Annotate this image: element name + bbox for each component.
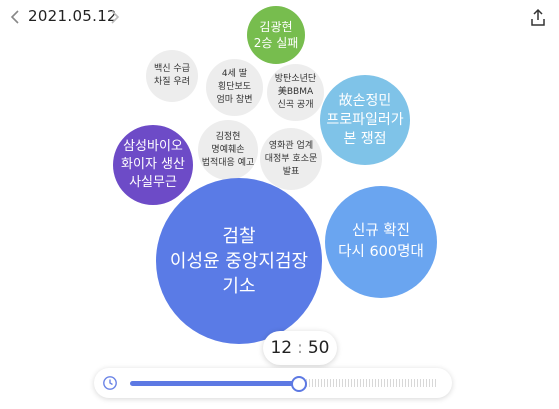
bubble-label: 삼성바이오 화이자 생산 사실무근 <box>121 139 185 190</box>
bubble-bts[interactable]: 방탄소년단 美BBMA 신곡 공개 <box>267 64 324 121</box>
bubble-label: 백신 수급 차질 우려 <box>154 64 190 87</box>
timeline-remaining[interactable] <box>300 379 438 387</box>
timeline-handle[interactable] <box>291 376 307 392</box>
bubble-kim-kwanghyun[interactable]: 김광현 2승 실패 <box>247 6 305 64</box>
bubble-new-cases[interactable]: 신규 확진 다시 600명대 <box>325 186 437 298</box>
bubble-label: 검찰 이성윤 중앙지검장 기소 <box>169 225 309 297</box>
bubble-label: 김광현 2승 실패 <box>253 20 299 50</box>
bubble-samsung-bio[interactable]: 삼성바이오 화이자 생산 사실무근 <box>113 125 193 205</box>
bubble-kim-junghyun[interactable]: 김정현 명예훼손 법적대응 예고 <box>198 120 258 180</box>
bubble-label: 4세 딸 횡단보도 엄마 참변 <box>216 69 253 105</box>
bubble-label: 영화관 업계 대정부 호소문 발표 <box>264 140 318 177</box>
bubble-label: 방탄소년단 美BBMA 신곡 공개 <box>274 74 317 110</box>
bubble-vaccine[interactable]: 백신 수급 차질 우려 <box>146 50 198 102</box>
timeline-progress <box>130 381 298 386</box>
chevron-left-icon[interactable] <box>8 7 22 27</box>
bubble-label: 故손정민 프로파일러가 본 쟁점 <box>326 92 404 147</box>
time-indicator: 12 : 50 <box>263 331 337 365</box>
share-icon[interactable] <box>529 8 547 28</box>
chevron-right-icon[interactable] <box>108 7 122 27</box>
clock-icon[interactable] <box>102 375 118 391</box>
timeline-slider[interactable] <box>94 368 452 398</box>
bubble-cinema[interactable]: 영화관 업계 대정부 호소문 발표 <box>260 128 322 190</box>
bubble-label: 김정현 명예훼손 법적대응 예고 <box>201 131 255 168</box>
date-label: 2021.05.12 <box>28 7 117 25</box>
bubble-label: 신규 확진 다시 600명대 <box>338 223 424 260</box>
time-minute: 50 <box>307 338 330 358</box>
bubble-prosecution[interactable]: 검찰 이성윤 중앙지검장 기소 <box>156 178 322 344</box>
time-hour: 12 <box>270 338 293 358</box>
bubble-four-year-old[interactable]: 4세 딸 횡단보도 엄마 참변 <box>206 59 263 116</box>
time-separator: : <box>297 338 303 358</box>
bubble-son-jungmin[interactable]: 故손정민 프로파일러가 본 쟁점 <box>320 75 410 165</box>
